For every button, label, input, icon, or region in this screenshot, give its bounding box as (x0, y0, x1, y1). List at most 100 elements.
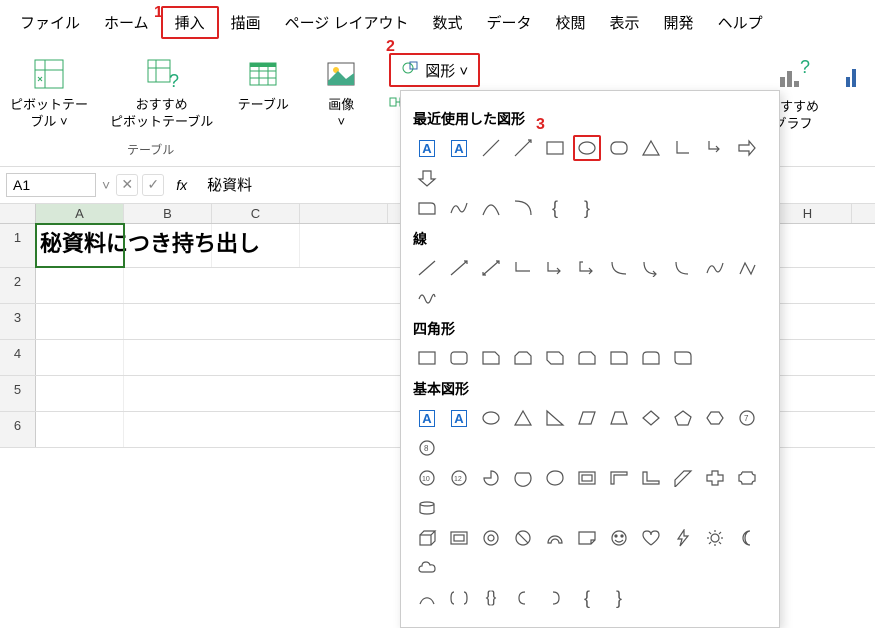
shape-scribble[interactable] (445, 195, 473, 221)
basic-frame[interactable] (573, 465, 601, 491)
menu-review[interactable]: 校閲 (544, 8, 598, 37)
line-curved-conn[interactable] (605, 255, 633, 281)
line-elbow-arrow[interactable] (541, 255, 569, 281)
basic-double-bracket[interactable] (445, 585, 473, 611)
basic-donut[interactable] (477, 525, 505, 551)
line-elbow[interactable] (509, 255, 537, 281)
basic-l[interactable] (637, 465, 665, 491)
line-arrow[interactable] (445, 255, 473, 281)
shape-oval[interactable] (573, 135, 601, 161)
select-all-corner[interactable] (0, 204, 36, 223)
enter-formula-button[interactable]: ✓ (142, 174, 164, 196)
basic-right-brace2[interactable]: } (605, 585, 633, 611)
rect-snip-round[interactable] (573, 345, 601, 371)
row-header-2[interactable]: 2 (0, 268, 36, 303)
shape-arc[interactable] (477, 195, 505, 221)
basic-left-brace2[interactable]: { (573, 585, 601, 611)
shape-rounded-rect[interactable] (605, 135, 633, 161)
cell-a3[interactable] (36, 304, 124, 339)
pivot-table-button[interactable]: ピボットテー ブル ˅ (8, 53, 90, 133)
basic-smiley[interactable] (605, 525, 633, 551)
shape-right-arrow[interactable] (733, 135, 761, 161)
basic-oval[interactable] (477, 405, 505, 431)
basic-double-brace[interactable]: {} (477, 585, 505, 611)
col-header-b[interactable]: B (124, 204, 212, 223)
basic-sun[interactable] (701, 525, 729, 551)
menu-home[interactable]: ホーム (92, 8, 161, 37)
basic-left-bracket[interactable] (509, 585, 537, 611)
shape-down-arrow[interactable] (413, 165, 441, 191)
menu-help[interactable]: ヘルプ (706, 8, 775, 37)
cell-a4[interactable] (36, 340, 124, 375)
row-header-4[interactable]: 4 (0, 340, 36, 375)
basic-heart[interactable] (637, 525, 665, 551)
basic-decagon[interactable]: 10 (413, 465, 441, 491)
col-header-c[interactable]: C (212, 204, 300, 223)
row-header-6[interactable]: 6 (0, 412, 36, 447)
basic-right-bracket[interactable] (541, 585, 569, 611)
basic-block-arc[interactable] (541, 525, 569, 551)
basic-diamond[interactable] (637, 405, 665, 431)
basic-octagon[interactable]: 8 (413, 435, 441, 461)
rect-round1[interactable] (605, 345, 633, 371)
shape-line[interactable] (477, 135, 505, 161)
basic-half-frame[interactable] (605, 465, 633, 491)
basic-no-symbol[interactable] (509, 525, 537, 551)
shape-line-arrow[interactable] (509, 135, 537, 161)
menu-dev[interactable]: 開発 (652, 8, 706, 37)
basic-heptagon[interactable]: 7 (733, 405, 761, 431)
basic-pie[interactable] (477, 465, 505, 491)
shapes-dropdown-button[interactable]: 図形 ˅ (389, 53, 480, 87)
basic-diag-stripe[interactable] (669, 465, 697, 491)
menu-insert[interactable]: 挿入 (161, 6, 219, 39)
basic-bevel[interactable] (445, 525, 473, 551)
line-curved-arrow[interactable] (637, 255, 665, 281)
basic-moon[interactable] (733, 525, 761, 551)
basic-lightning[interactable] (669, 525, 697, 551)
basic-cube[interactable] (413, 525, 441, 551)
basic-dodecagon[interactable]: 12 (445, 465, 473, 491)
shape-right-brace[interactable]: } (573, 195, 601, 221)
cell-a1[interactable]: 秘資料につき持ち出し (36, 224, 124, 267)
fx-label[interactable]: fx (170, 177, 193, 193)
cancel-formula-button[interactable]: ✕ (116, 174, 138, 196)
menu-view[interactable]: 表示 (598, 8, 652, 37)
shape-l-shape[interactable] (669, 135, 697, 161)
basic-arc2[interactable] (413, 585, 441, 611)
rect-rounded[interactable] (445, 345, 473, 371)
menu-draw[interactable]: 描画 (219, 8, 273, 37)
cell-a2[interactable] (36, 268, 124, 303)
row-header-1[interactable]: 1 (0, 224, 36, 267)
basic-triangle[interactable] (509, 405, 537, 431)
basic-right-triangle[interactable] (541, 405, 569, 431)
line-double-arrow[interactable] (477, 255, 505, 281)
basic-teardrop[interactable] (541, 465, 569, 491)
basic-plaque[interactable] (733, 465, 761, 491)
name-box[interactable]: A1 (6, 173, 96, 197)
shape-textbox-vertical[interactable]: A (445, 135, 473, 161)
line-plain[interactable] (413, 255, 441, 281)
cell-a5[interactable] (36, 376, 124, 411)
formula-text[interactable]: 秘資料 (199, 174, 252, 195)
rect-plain[interactable] (413, 345, 441, 371)
rect-snip2-diag[interactable] (541, 345, 569, 371)
basic-textbox-v[interactable]: A (445, 405, 473, 431)
basic-cloud[interactable] (413, 555, 441, 581)
basic-hexagon[interactable] (701, 405, 729, 431)
shape-left-brace[interactable]: { (541, 195, 569, 221)
recommended-pivot-button[interactable]: ? おすすめ ピボットテーブル (108, 53, 215, 133)
row-header-3[interactable]: 3 (0, 304, 36, 339)
shape-textbox[interactable]: A (413, 135, 441, 161)
basic-can[interactable] (413, 495, 441, 521)
col-header-d[interactable] (300, 204, 388, 223)
charts-partial-button[interactable] (833, 55, 875, 97)
basic-trapezoid[interactable] (605, 405, 633, 431)
shape-round-single-corner[interactable] (413, 195, 441, 221)
col-header-a[interactable]: A (36, 204, 124, 223)
menu-file[interactable]: ファイル (8, 8, 92, 37)
basic-plus[interactable] (701, 465, 729, 491)
line-curve-tool[interactable] (701, 255, 729, 281)
line-curved-double[interactable] (669, 255, 697, 281)
basic-pentagon[interactable] (669, 405, 697, 431)
basic-textbox[interactable]: A (413, 405, 441, 431)
